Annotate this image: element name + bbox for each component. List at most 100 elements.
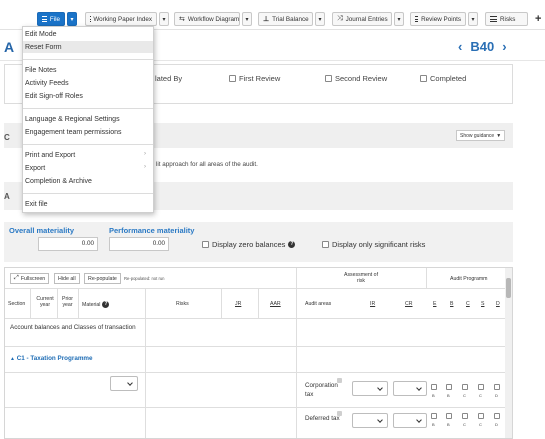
cr-select[interactable]	[393, 413, 427, 428]
audit-area-label: Corporation tax	[305, 382, 338, 398]
shuffle-icon: ⤨	[337, 15, 343, 22]
hide-all-button[interactable]: Hide all	[54, 273, 80, 284]
group-label: Account balances and Classes of transact…	[10, 324, 136, 331]
menu-item-team-permissions[interactable]: Engagement team permissions	[25, 129, 122, 136]
submenu-arrow-icon: ›	[144, 164, 146, 170]
chevron-up-icon: ▲	[10, 356, 15, 362]
overall-materiality-input[interactable]: 0.00	[38, 237, 98, 251]
overall-materiality-label: Overall materiality	[9, 226, 75, 235]
material-select[interactable]	[110, 376, 138, 391]
d-checkbox[interactable]	[494, 384, 500, 390]
list-icon	[490, 16, 497, 22]
menu-item-print-export[interactable]: Print and Export	[25, 152, 75, 159]
ir-select[interactable]	[352, 381, 388, 396]
b-column-header: B	[450, 301, 454, 307]
signoff-completed[interactable]: Completed	[420, 74, 466, 83]
first-review-checkbox[interactable]	[229, 75, 236, 82]
display-zero-balances-checkbox[interactable]	[202, 241, 209, 248]
working-paper-index-dropdown[interactable]: ▾	[159, 12, 169, 26]
b-checkbox[interactable]	[446, 384, 452, 390]
page-title: A	[4, 39, 15, 55]
cr-column-header: CR	[405, 301, 413, 307]
grid-divider	[145, 289, 146, 438]
trial-balance-dropdown[interactable]: ▾	[315, 12, 325, 26]
file-dropdown-button[interactable]: ▾	[67, 12, 77, 26]
c-checkbox[interactable]	[462, 384, 468, 390]
risks-button[interactable]: Risks	[485, 12, 528, 26]
d-checkbox[interactable]	[494, 413, 500, 419]
e-checkbox[interactable]	[431, 413, 437, 419]
menu-item-reset-form[interactable]: Reset Form	[25, 44, 62, 51]
menu-item-completion-archive[interactable]: Completion & Archive	[25, 178, 92, 185]
balance-icon: ⊥	[263, 16, 270, 23]
grid-divider	[5, 318, 505, 319]
display-significant-risks-option[interactable]: Display only significant risks	[322, 240, 425, 249]
grid-divider	[426, 268, 427, 288]
checkbox-letter: C	[479, 393, 482, 398]
second-review-checkbox[interactable]	[325, 75, 332, 82]
lock-icon	[337, 411, 342, 416]
ir-select[interactable]	[352, 413, 388, 428]
display-zero-balances-option[interactable]: Display zero balances ?	[202, 240, 296, 249]
previous-form-icon[interactable]: ‹	[458, 39, 462, 54]
audit-area-label: Deferred tax	[305, 415, 340, 422]
grid-divider	[5, 346, 505, 347]
cr-select[interactable]	[393, 381, 427, 396]
c-checkbox[interactable]	[462, 413, 468, 419]
s-checkbox[interactable]	[478, 384, 484, 390]
next-form-icon[interactable]: ›	[502, 39, 506, 54]
checkbox-letter: C	[479, 422, 482, 427]
s-checkbox[interactable]	[478, 413, 484, 419]
menu-lines-icon	[42, 16, 47, 22]
submenu-arrow-icon: ›	[144, 151, 146, 157]
performance-materiality-label: Performance materiality	[109, 226, 195, 235]
journal-entries-dropdown[interactable]: ▾	[394, 12, 404, 26]
menu-item-edit-mode[interactable]: Edit Mode	[25, 31, 57, 38]
repopulate-button[interactable]: Re-populate	[84, 273, 121, 284]
list-icon	[415, 16, 419, 22]
file-button[interactable]: File	[37, 12, 65, 26]
grid-divider	[78, 289, 79, 318]
grid-divider	[221, 289, 222, 318]
menu-item-exit-file[interactable]: Exit file	[25, 201, 48, 208]
display-significant-risks-checkbox[interactable]	[322, 241, 329, 248]
material-column-header: Material ?	[82, 301, 110, 308]
audit-programme-header: Audit Programm	[450, 276, 488, 282]
grid-scrollbar-thumb[interactable]	[506, 278, 511, 298]
grid-divider	[30, 289, 31, 318]
performance-materiality-input[interactable]: 0.00	[109, 237, 169, 251]
completed-checkbox[interactable]	[420, 75, 427, 82]
checkbox-letter: C	[463, 422, 466, 427]
menu-item-file-notes[interactable]: File Notes	[25, 67, 57, 74]
grid-divider	[296, 268, 297, 438]
working-paper-index-button[interactable]: Working Paper Index	[85, 12, 157, 26]
menu-item-export[interactable]: Export	[25, 165, 45, 172]
review-points-button[interactable]: Review Points	[410, 12, 466, 26]
show-guidance-button[interactable]: Show guidance ▼	[456, 130, 506, 141]
add-icon[interactable]: +	[535, 12, 541, 26]
signoff-prepared-by: lated By	[155, 74, 183, 83]
menu-item-language-settings[interactable]: Language & Regional Settings	[25, 116, 120, 123]
ir-column-header: IR	[370, 301, 376, 307]
e-checkbox[interactable]	[431, 384, 437, 390]
journal-entries-button[interactable]: ⤨ Journal Entries	[332, 12, 392, 26]
programme-toggle[interactable]: ▲ C1 - Taxation Programme	[10, 355, 93, 362]
chevron-down-icon: ▼	[496, 132, 502, 139]
workflow-diagram-button[interactable]: ⇆ Workflow Diagram	[174, 12, 240, 26]
audit-areas-column-header: Audit areas	[305, 301, 332, 307]
help-icon[interactable]: ?	[288, 241, 296, 248]
help-icon[interactable]: ?	[102, 301, 110, 308]
menu-item-edit-signoff-roles[interactable]: Edit Sign-off Roles	[25, 93, 83, 100]
workflow-diagram-dropdown[interactable]: ▾	[242, 12, 252, 26]
menu-item-activity-feeds[interactable]: Activity Feeds	[25, 80, 69, 87]
jr-column-header: JR	[235, 301, 242, 307]
checkbox-letter: C	[463, 393, 466, 398]
lock-icon	[337, 378, 342, 383]
b-checkbox[interactable]	[446, 413, 452, 419]
fullscreen-button[interactable]: ⤢ Fullscreen	[10, 273, 50, 284]
review-points-dropdown[interactable]: ▾	[468, 12, 478, 26]
signoff-first-review[interactable]: First Review	[229, 74, 280, 83]
trial-balance-button[interactable]: ⊥ Trial Balance	[258, 12, 313, 26]
signoff-second-review[interactable]: Second Review	[325, 74, 387, 83]
s-column-header: S	[481, 301, 485, 307]
